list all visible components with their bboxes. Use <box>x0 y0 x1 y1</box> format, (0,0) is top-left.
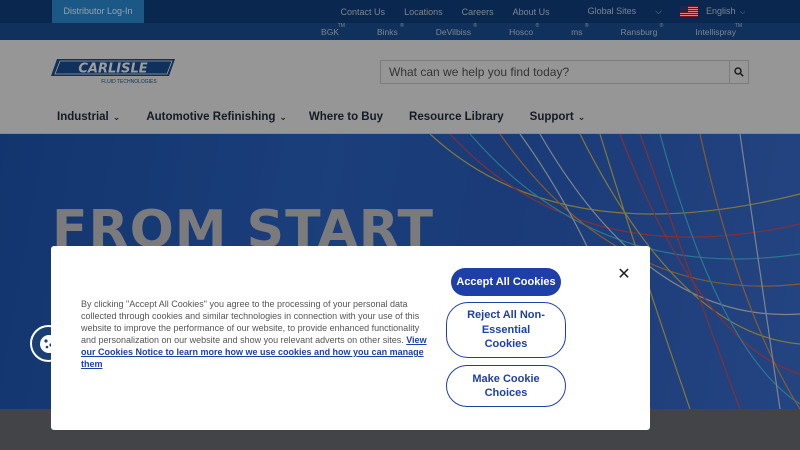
make-cookie-choices-button[interactable]: Make Cookie Choices <box>446 365 566 407</box>
accept-all-cookies-button[interactable]: Accept All Cookies <box>451 268 561 296</box>
cookie-body-text: By clicking "Accept All Cookies" you agr… <box>81 299 420 345</box>
cookie-consent-dialog: By clicking "Accept All Cookies" you agr… <box>51 246 650 430</box>
cookie-consent-text: By clicking "Accept All Cookies" you agr… <box>81 298 436 370</box>
reject-non-essential-cookies-button[interactable]: Reject All Non-Essential Cookies <box>446 302 566 358</box>
close-icon[interactable]: ✕ <box>617 267 631 283</box>
